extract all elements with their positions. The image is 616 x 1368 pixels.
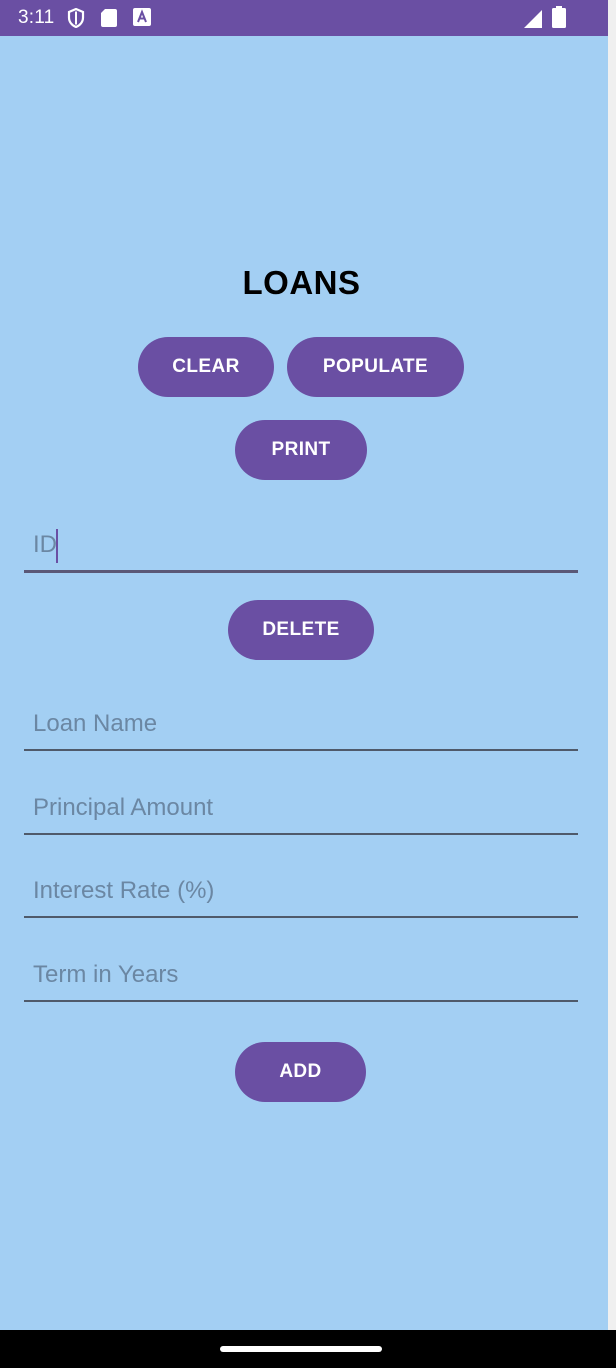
term-years-field-container [24,952,578,1002]
scroll-gutter [608,0,616,1330]
delete-button[interactable]: DELETE [228,600,374,660]
principal-amount-input[interactable] [24,785,578,831]
add-button[interactable]: ADD [235,1042,366,1102]
text-cursor [56,529,58,563]
navigation-bar [0,1330,616,1368]
shield-icon [67,8,85,28]
interest-rate-field-container [24,868,578,918]
sd-card-icon [101,9,117,27]
print-button[interactable]: PRINT [235,420,367,480]
id-field-container [24,522,578,573]
id-input[interactable] [24,522,578,568]
populate-button[interactable]: POPULATE [287,337,464,397]
status-time: 3:11 [18,7,55,28]
page-title: LOANS [242,264,361,301]
term-years-input[interactable] [24,952,578,998]
loan-name-input[interactable] [24,701,578,747]
signal-icon [524,10,542,28]
loan-name-field-container [24,701,578,751]
battery-icon [552,6,566,28]
principal-amount-field-container [24,785,578,835]
home-gesture-handle[interactable] [220,1346,382,1352]
status-bar: 3:11 [0,0,608,36]
interest-rate-input[interactable] [24,868,578,914]
keyboard-a-icon [133,8,151,26]
clear-button[interactable]: CLEAR [138,337,274,397]
